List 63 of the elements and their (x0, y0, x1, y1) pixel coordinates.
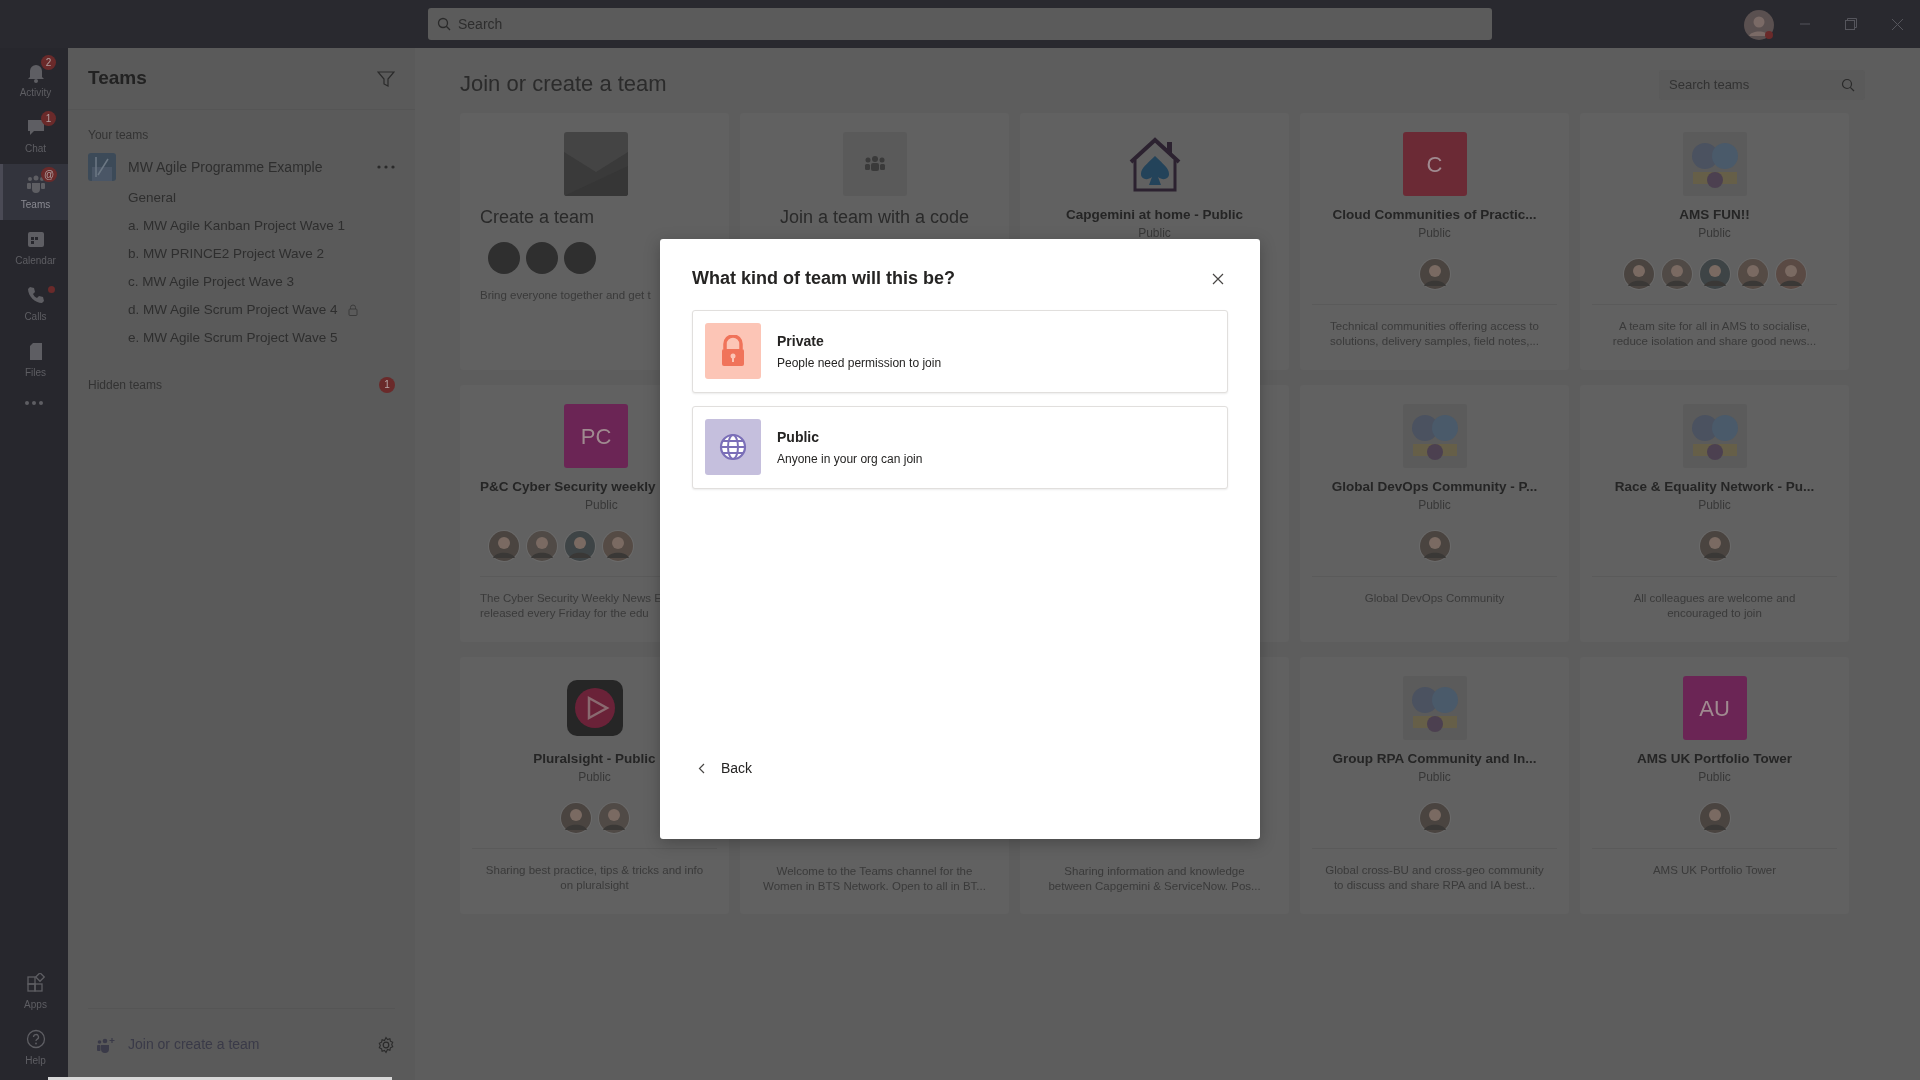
avatar (559, 802, 592, 834)
settings-icon[interactable] (377, 1035, 395, 1054)
search-icon (1841, 77, 1855, 92)
team-name: AMS UK Portfolio Tower (1637, 751, 1792, 767)
team-name: Create a team (480, 206, 595, 228)
team-name: Global DevOps Community - P... (1331, 479, 1538, 495)
team-name: Group RPA Community and In... (1332, 751, 1537, 767)
logo-initials: PC (580, 422, 612, 451)
notification-badge: 2 (41, 55, 56, 70)
scrollbar[interactable] (48, 1077, 392, 1080)
logo-initials: AU (1699, 694, 1730, 723)
avatar (1698, 802, 1731, 834)
notification-badge: @ (41, 167, 58, 182)
filter-icon[interactable] (377, 69, 395, 88)
globe-icon (719, 433, 747, 462)
apps-icon (25, 972, 46, 995)
avatar (597, 802, 630, 834)
logo-initials: C (1426, 150, 1443, 179)
more-icon[interactable] (24, 400, 44, 406)
back-button[interactable]: Back (692, 758, 759, 779)
avatar-placeholder (526, 242, 558, 274)
avatar[interactable] (1744, 10, 1774, 40)
team-name: P&C Cyber Security weekly (480, 479, 656, 495)
people-icon (842, 132, 907, 196)
restore-icon (1845, 18, 1857, 30)
close-icon (1891, 18, 1903, 30)
avatar (526, 530, 558, 562)
lock-icon (720, 335, 746, 368)
count-badge: 1 (379, 377, 395, 393)
avatar (564, 530, 596, 562)
team-name: Race & Equality Network - Pu... (1614, 479, 1815, 495)
search-icon (437, 17, 451, 31)
avatar (1660, 258, 1693, 290)
dialog-title: What kind of team will this be? (692, 268, 955, 290)
team-type-option[interactable]: Private People need permission to join (692, 309, 1228, 393)
avatar (1418, 530, 1451, 562)
avatar (1418, 802, 1451, 834)
more-icon[interactable] (377, 165, 395, 169)
team-name: AMS FUN!! (1679, 207, 1750, 223)
image-icon (564, 132, 628, 196)
team-name: Cloud Communities of Practic... (1332, 207, 1537, 223)
avatar-placeholder (564, 242, 596, 274)
notification-badge: 1 (41, 111, 56, 126)
rail-tab[interactable]: Teams @ (0, 164, 68, 220)
avatar (1622, 258, 1655, 290)
chevron-left-icon (698, 763, 705, 774)
help-icon (25, 1028, 46, 1051)
team-avatar (88, 153, 116, 181)
avatar-placeholder (488, 242, 520, 274)
team-name: Capgemini at home - Public (1066, 207, 1243, 223)
avatar (1774, 258, 1807, 290)
avatar (1736, 258, 1769, 290)
avatar (1698, 530, 1731, 562)
close-icon (1212, 272, 1224, 285)
avatar (602, 530, 634, 562)
team-name: Pluralsight - Public (533, 751, 656, 767)
avatar (1698, 258, 1731, 290)
avatar (488, 530, 520, 562)
team-type-option[interactable]: Public Anyone in your org can join (692, 405, 1228, 489)
avatar (1418, 258, 1451, 290)
team-name: Join a team with a code (779, 206, 970, 228)
add-people-icon (96, 1036, 116, 1053)
sidebar-title: Teams (88, 66, 147, 91)
